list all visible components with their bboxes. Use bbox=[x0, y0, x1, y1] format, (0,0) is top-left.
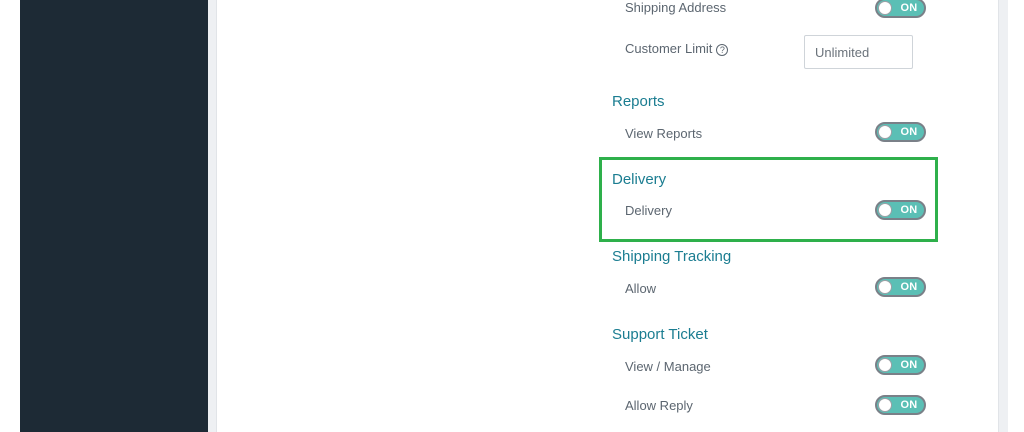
delivery-label: Delivery bbox=[625, 203, 672, 218]
customer-limit-input[interactable] bbox=[804, 35, 913, 69]
shipping-tracking-allow-label: Allow bbox=[625, 281, 657, 296]
section-title-support-ticket: Support Ticket bbox=[612, 326, 708, 343]
toggle-on-text: ON bbox=[900, 2, 918, 14]
toggle-on-text: ON bbox=[900, 359, 918, 371]
section-title-shipping-tracking: Shipping Tracking bbox=[612, 248, 732, 265]
toggle-knob bbox=[878, 280, 892, 294]
delivery-toggle[interactable]: ON bbox=[875, 200, 926, 220]
sidebar bbox=[20, 0, 208, 432]
toggle-knob bbox=[878, 1, 892, 15]
toggle-on-text: ON bbox=[900, 281, 918, 293]
toggle-knob bbox=[878, 125, 892, 139]
toggle-on-text: ON bbox=[900, 126, 918, 138]
left-gutter bbox=[0, 0, 20, 432]
toggle-knob bbox=[878, 203, 892, 217]
toggle-knob bbox=[878, 358, 892, 372]
view-manage-toggle[interactable]: ON bbox=[875, 355, 926, 375]
view-manage-label: View / Manage bbox=[625, 359, 711, 374]
toggle-on-text: ON bbox=[900, 399, 918, 411]
toggle-knob bbox=[878, 398, 892, 412]
shipping-address-toggle[interactable]: ON bbox=[875, 0, 926, 18]
right-strip bbox=[1008, 0, 1024, 432]
customer-limit-label: Customer Limit? bbox=[625, 41, 729, 57]
view-reports-toggle[interactable]: ON bbox=[875, 122, 926, 142]
section-title-reports: Reports bbox=[612, 93, 665, 110]
allow-reply-label: Allow Reply bbox=[625, 398, 693, 413]
customer-limit-text: Customer Limit bbox=[625, 41, 713, 56]
question-circle-icon[interactable]: ? bbox=[716, 44, 729, 56]
allow-reply-toggle[interactable]: ON bbox=[875, 395, 926, 415]
section-title-delivery: Delivery bbox=[612, 171, 667, 188]
shipping-address-label: Shipping Address bbox=[625, 0, 727, 15]
toggle-on-text: ON bbox=[900, 204, 918, 216]
shipping-tracking-allow-toggle[interactable]: ON bbox=[875, 277, 926, 297]
view-reports-label: View Reports bbox=[625, 126, 703, 141]
